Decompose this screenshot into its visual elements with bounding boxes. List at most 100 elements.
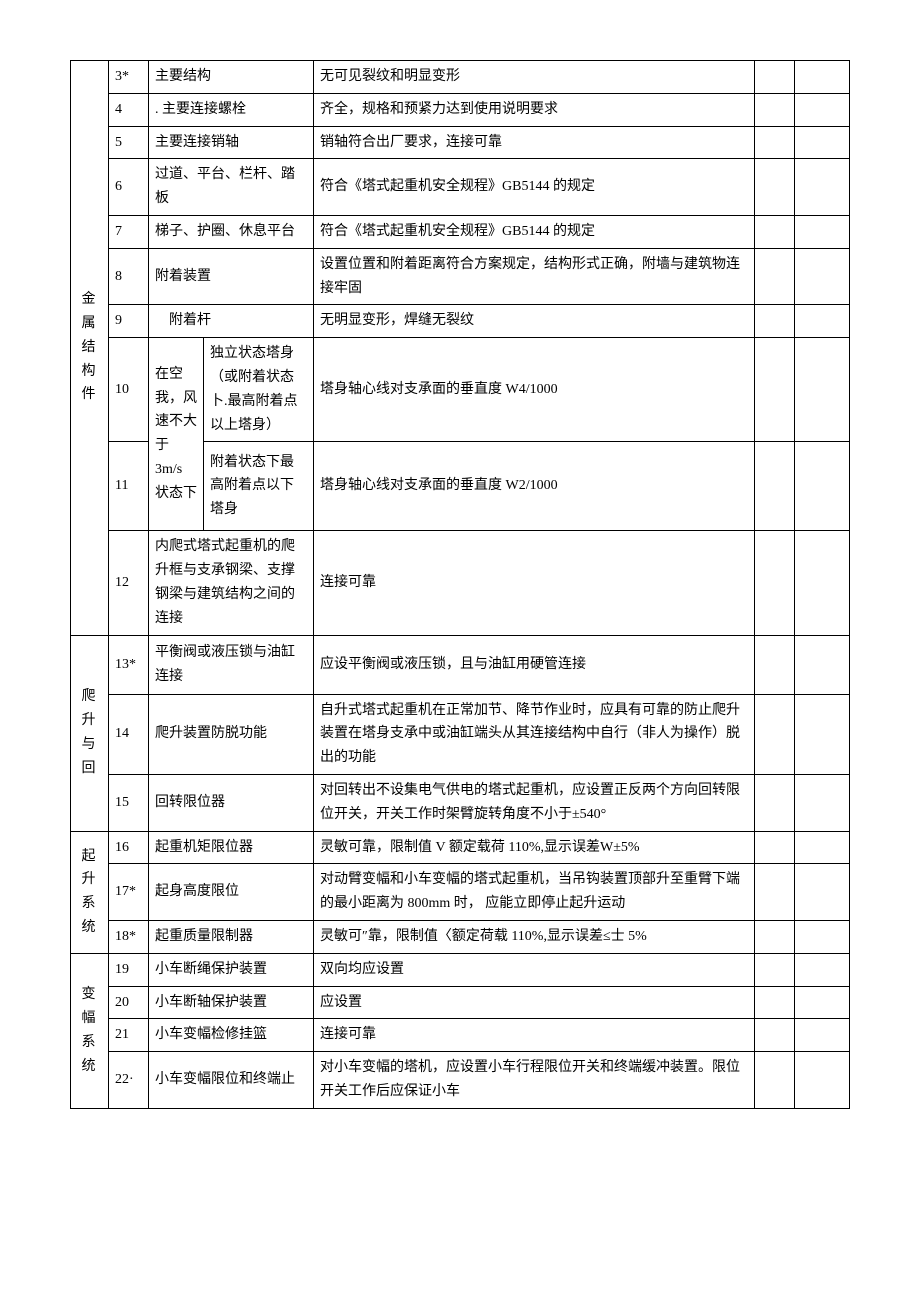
item-cell: . 主要连接螺栓 — [149, 93, 314, 126]
num-cell: 4 — [109, 93, 149, 126]
num-cell: 6 — [109, 159, 149, 216]
req-cell: 塔身轴心线对支承面的垂直度 W2/1000 — [314, 442, 755, 531]
num-cell: 9 — [109, 305, 149, 338]
num-cell: 15 — [109, 774, 149, 831]
item-cell: 起重机矩限位器 — [149, 831, 314, 864]
req-cell: 符合《塔式起重机安全规程》GB5144 的规定 — [314, 215, 755, 248]
category-cell: 金 属 结 构 件 — [71, 61, 109, 636]
req-cell: 对回转出不设集电气供电的塔式起重机，应设置正反两个方向回转限位开关，开关工作时架… — [314, 774, 755, 831]
blank-cell — [755, 694, 795, 774]
req-cell: 应设置 — [314, 986, 755, 1019]
num-cell: 14 — [109, 694, 149, 774]
num-cell: 11 — [109, 442, 149, 531]
num-cell: 8 — [109, 248, 149, 305]
blank-cell — [755, 1052, 795, 1109]
table-row: 18* 起重质量限制器 灵敏可″靠，限制值〈额定荷载 110%,显示误差≤士 5… — [71, 920, 850, 953]
inspection-table: 金 属 结 构 件 3* 主要结构 无可见裂纹和明显变形 4 . 主要连接螺栓 … — [70, 60, 850, 1109]
item-cell: 小车变幅检修挂篮 — [149, 1019, 314, 1052]
blank-cell — [795, 442, 850, 531]
blank-cell — [755, 635, 795, 694]
item-cell: 附着杆 — [149, 305, 314, 338]
item-cell: 小车断绳保护装置 — [149, 953, 314, 986]
category-cell: 起 升 系统 — [71, 831, 109, 953]
req-cell: 双向均应设置 — [314, 953, 755, 986]
blank-cell — [755, 953, 795, 986]
condition-text-b: 态下 — [169, 486, 197, 501]
blank-cell — [755, 920, 795, 953]
item-cell: 起身高度限位 — [149, 864, 314, 921]
table-row: 22· 小车变幅限位和终端止 对小车变幅的塔机，应设置小车行程限位开关和终端缓冲… — [71, 1052, 850, 1109]
blank-cell — [755, 774, 795, 831]
req-cell: 连接可靠 — [314, 1019, 755, 1052]
item-cell: 平衡阀或液压锁与油缸连接 — [149, 635, 314, 694]
item-cell: 过道、平台、栏杆、踏板 — [149, 159, 314, 216]
req-cell: 连接可靠 — [314, 531, 755, 635]
req-cell: 无明显变形，焊缝无裂纹 — [314, 305, 755, 338]
table-row: 6 过道、平台、栏杆、踏板 符合《塔式起重机安全规程》GB5144 的规定 — [71, 159, 850, 216]
item-cell: 起重质量限制器 — [149, 920, 314, 953]
num-cell: 17* — [109, 864, 149, 921]
blank-cell — [795, 986, 850, 1019]
num-cell: 20 — [109, 986, 149, 1019]
table-row: 20 小车断轴保护装置 应设置 — [71, 986, 850, 1019]
req-cell: 齐全，规格和预紧力达到使用说明要求 — [314, 93, 755, 126]
table-row: 10 在空我，风速不大于 3m/s 状态下 独立状态塔身（或附着状态卜.最高附着… — [71, 338, 850, 442]
blank-cell — [795, 920, 850, 953]
blank-cell — [795, 864, 850, 921]
req-cell: 应设平衡阀或液压锁，且与油缸用硬管连接 — [314, 635, 755, 694]
table-row: 21 小车变幅检修挂篮 连接可靠 — [71, 1019, 850, 1052]
blank-cell — [795, 953, 850, 986]
blank-cell — [795, 774, 850, 831]
blank-cell — [795, 635, 850, 694]
blank-cell — [755, 986, 795, 1019]
blank-cell — [795, 159, 850, 216]
num-cell: 21 — [109, 1019, 149, 1052]
item-cell: 小车断轴保护装置 — [149, 986, 314, 1019]
num-cell: 22· — [109, 1052, 149, 1109]
table-row: 金 属 结 构 件 3* 主要结构 无可见裂纹和明显变形 — [71, 61, 850, 94]
subitem-cell: 附着状态下最高附着点以下塔身 — [204, 442, 314, 531]
num-cell: 10 — [109, 338, 149, 442]
table-row: 5 主要连接销轴 销轴符合出厂要求，连接可靠 — [71, 126, 850, 159]
req-cell: 自升式塔式起重机在正常加节、降节作业时，应具有可靠的防止爬升装置在塔身支承中或油… — [314, 694, 755, 774]
blank-cell — [755, 442, 795, 531]
blank-cell — [755, 864, 795, 921]
blank-cell — [755, 248, 795, 305]
table-row: 起 升 系统 16 起重机矩限位器 灵敏可靠，限制值 V 额定载荷 110%,显… — [71, 831, 850, 864]
blank-cell — [755, 159, 795, 216]
blank-cell — [755, 215, 795, 248]
blank-cell — [795, 531, 850, 635]
num-cell: 13* — [109, 635, 149, 694]
num-cell: 19 — [109, 953, 149, 986]
req-cell: 对小车变幅的塔机，应设置小车行程限位开关和终端缓冲装置。限位开关工作后应保证小车 — [314, 1052, 755, 1109]
blank-cell — [795, 1019, 850, 1052]
blank-cell — [795, 694, 850, 774]
item-cell: 内爬式塔式起重机的爬升框与支承钢梁、支撑钢梁与建筑结构之间的连接 — [149, 531, 314, 635]
item-cell: 主要结构 — [149, 61, 314, 94]
num-cell: 5 — [109, 126, 149, 159]
blank-cell — [755, 338, 795, 442]
num-cell: 7 — [109, 215, 149, 248]
blank-cell — [795, 93, 850, 126]
category-cell: 爬 升 与回 — [71, 635, 109, 831]
blank-cell — [795, 338, 850, 442]
blank-cell — [755, 1019, 795, 1052]
req-cell: 灵敏可靠，限制值 V 额定载荷 110%,显示误差W±5% — [314, 831, 755, 864]
table-row: 12 内爬式塔式起重机的爬升框与支承钢梁、支撑钢梁与建筑结构之间的连接 连接可靠 — [71, 531, 850, 635]
category-cell: 变 幅 系统 — [71, 953, 109, 1108]
item-cell: 回转限位器 — [149, 774, 314, 831]
req-cell: 符合《塔式起重机安全规程》GB5144 的规定 — [314, 159, 755, 216]
blank-cell — [755, 61, 795, 94]
table-row: 爬 升 与回 13* 平衡阀或液压锁与油缸连接 应设平衡阀或液压锁，且与油缸用硬… — [71, 635, 850, 694]
blank-cell — [795, 305, 850, 338]
table-row: 9 附着杆 无明显变形，焊缝无裂纹 — [71, 305, 850, 338]
condition-text-a: 在空我，风速不大于 3m/s 状 — [155, 367, 197, 501]
num-cell: 18* — [109, 920, 149, 953]
table-row: 14 爬升装置防脱功能 自升式塔式起重机在正常加节、降节作业时，应具有可靠的防止… — [71, 694, 850, 774]
req-cell: 塔身轴心线对支承面的垂直度 W4/1000 — [314, 338, 755, 442]
condition-cell: 在空我，风速不大于 3m/s 状态下 — [149, 338, 204, 531]
blank-cell — [755, 305, 795, 338]
blank-cell — [755, 831, 795, 864]
blank-cell — [795, 215, 850, 248]
item-cell: 附着装置 — [149, 248, 314, 305]
